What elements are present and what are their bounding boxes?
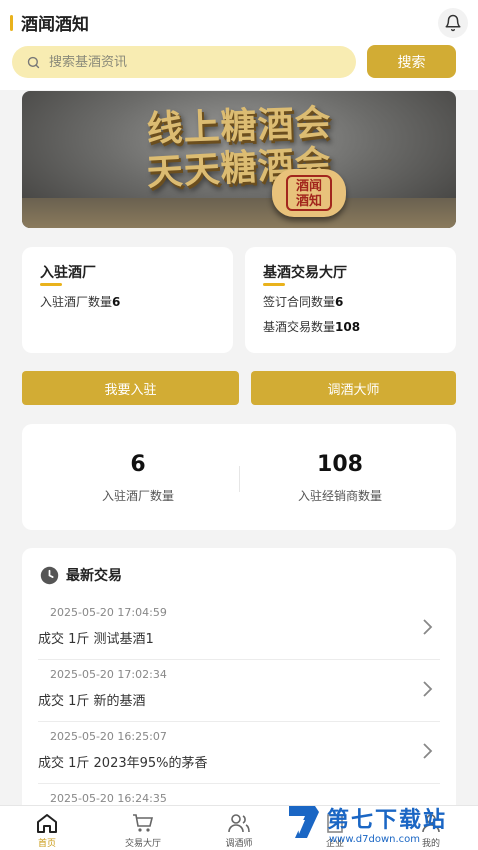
stats-divider (239, 466, 240, 492)
contract-count-label: 签订合同数量 (263, 295, 336, 309)
exchange-card-title: 基酒交易大厅 (263, 265, 347, 281)
join-button[interactable]: 我要入驻 (22, 371, 239, 405)
trade-desc: 成交 1斤 新的基酒 (38, 694, 146, 709)
trade-row[interactable]: 2025-05-20 16:25:07 成交 1斤 2023年95%的茅香 (38, 722, 440, 784)
watermark-text: 第七下载站 (327, 808, 448, 833)
app-header: 酒闻酒知 搜索 (0, 0, 478, 90)
trade-time: 2025-05-20 17:02:34 (50, 668, 167, 681)
exchange-card[interactable]: 基酒交易大厅 签订合同数量6 基酒交易数量108 (245, 247, 456, 353)
latest-trades-title: 最新交易 (66, 568, 122, 584)
tab-bartender[interactable]: 调酒师 (204, 806, 274, 850)
title-accent-bar (10, 14, 13, 31)
cart-icon (133, 814, 154, 832)
trade-count-label: 基酒交易数量 (263, 320, 336, 334)
clock-icon (40, 566, 59, 584)
tab-exchange[interactable]: 交易大厅 (108, 806, 178, 850)
seal-text-2: 酒知 (295, 194, 322, 209)
search-icon (27, 56, 40, 68)
trade-time: 2025-05-20 16:25:07 (50, 730, 167, 743)
promo-banner[interactable]: 线上糖酒会 天天糖酒会 酒闻 酒知 (22, 91, 456, 228)
seal-logo: 酒闻 酒知 (272, 169, 346, 217)
trade-count-value: 108 (335, 320, 361, 334)
factory-count-line: 入驻酒厂数量6 (40, 293, 120, 310)
factories-stat-value: 6 (130, 452, 146, 477)
chevron-right-icon (423, 743, 433, 759)
chevron-right-icon (423, 619, 433, 635)
seal-text-1: 酒闻 (295, 179, 322, 194)
contract-count-value: 6 (335, 295, 344, 309)
master-button[interactable]: 调酒大师 (251, 371, 456, 405)
tab-exchange-label: 交易大厅 (124, 839, 161, 849)
home-icon (37, 814, 57, 833)
search-button[interactable]: 搜索 (367, 45, 456, 78)
people-icon (228, 814, 250, 833)
watermark-logo-icon (289, 806, 319, 838)
title-row: 酒闻酒知 (10, 10, 89, 35)
search-input[interactable] (49, 54, 329, 70)
factory-card[interactable]: 入驻酒厂 入驻酒厂数量6 (22, 247, 233, 353)
contract-count-line: 签订合同数量6 (263, 293, 343, 310)
dealers-stat-label: 入驻经销商数量 (297, 489, 382, 503)
trade-time: 2025-05-20 16:24:35 (50, 792, 167, 805)
trade-time: 2025-05-20 17:04:59 (50, 606, 167, 619)
title-underline (263, 283, 285, 286)
factory-card-title: 入驻酒厂 (40, 265, 96, 281)
factories-stat-label: 入驻酒厂数量 (101, 489, 174, 503)
tab-home[interactable]: 首页 (12, 806, 82, 850)
factory-count-label: 入驻酒厂数量 (40, 295, 113, 309)
seal-stamp: 酒闻 酒知 (286, 175, 332, 211)
tab-bartender-label: 调酒师 (225, 839, 253, 849)
site-watermark: 第七下载站 www.d7down.com (285, 800, 475, 850)
latest-trades-header: 最新交易 (40, 565, 122, 585)
trade-desc: 成交 1斤 2023年95%的茅香 (38, 756, 208, 771)
page-title: 酒闻酒知 (21, 15, 89, 35)
factory-count-value: 6 (112, 295, 121, 309)
watermark-url: www.d7down.com (329, 834, 421, 845)
tab-home-label: 首页 (37, 839, 56, 849)
title-underline (40, 283, 62, 286)
chevron-right-icon (423, 681, 433, 697)
trade-row[interactable]: 2025-05-20 17:02:34 成交 1斤 新的基酒 (38, 660, 440, 722)
trade-desc: 成交 1斤 测试基酒1 (38, 632, 154, 647)
trade-row[interactable]: 2025-05-20 17:04:59 成交 1斤 测试基酒1 (38, 598, 440, 660)
bell-icon[interactable] (438, 8, 468, 38)
banner-floor (22, 198, 456, 228)
dealers-stat-value: 108 (317, 452, 363, 477)
search-box[interactable] (12, 46, 356, 78)
trade-count-line: 基酒交易数量108 (263, 318, 360, 335)
